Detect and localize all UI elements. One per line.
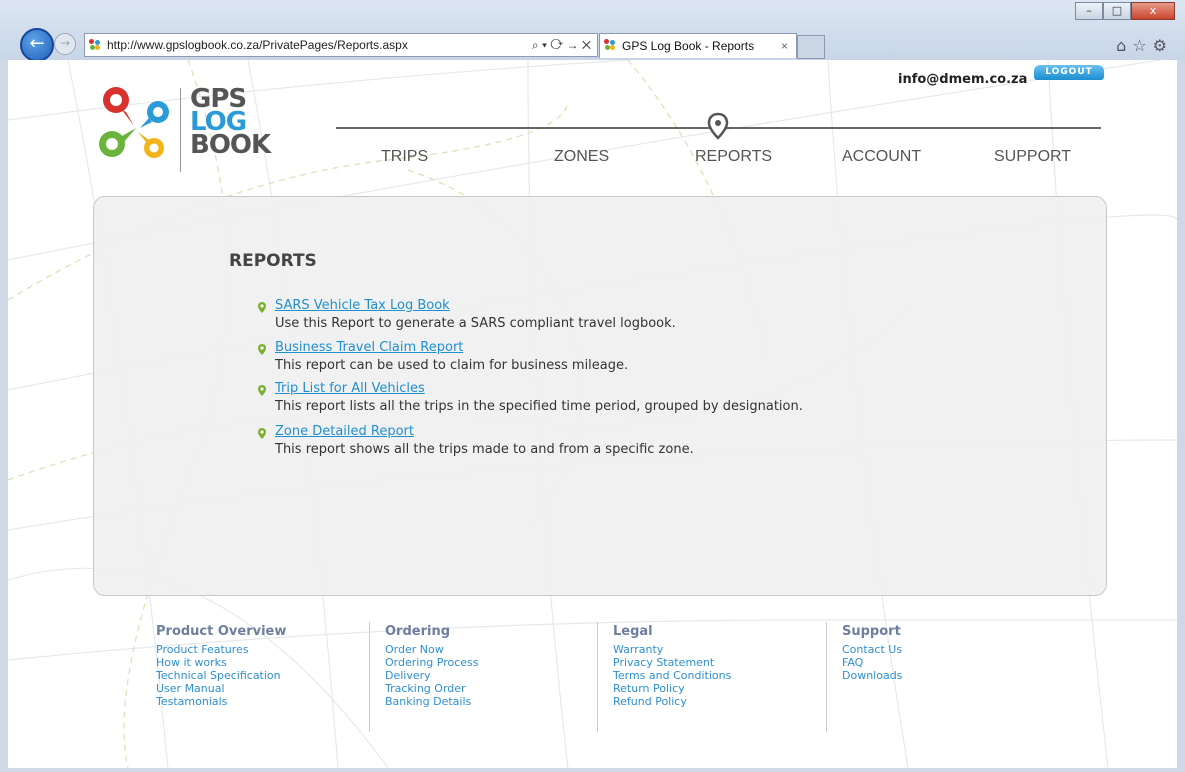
forward-button[interactable]: → <box>54 33 76 55</box>
report-desc: Use this Report to generate a SARS compl… <box>275 316 676 331</box>
address-controls[interactable]: ⌕ ▾ ⟳ → ✕ <box>532 34 591 56</box>
footer-link[interactable]: Delivery <box>385 669 585 682</box>
close-window-button[interactable]: x <box>1131 2 1175 20</box>
footer-link[interactable]: How it works <box>156 656 356 669</box>
report-desc: This report can be used to claim for bus… <box>275 358 629 373</box>
footer-link[interactable]: Privacy Statement <box>613 656 813 669</box>
map-pin-icon <box>258 344 266 355</box>
footer-column-ordering: Ordering Order Now Ordering Process Deli… <box>385 624 585 708</box>
footer-link[interactable]: Return Policy <box>613 682 813 695</box>
report-link-trip-list[interactable]: Trip List for All Vehicles <box>275 381 425 396</box>
footer-column-product: Product Overview Product Features How it… <box>156 624 356 708</box>
footer-heading: Legal <box>613 624 653 639</box>
tab-favicon-icon <box>604 39 616 51</box>
footer-link[interactable]: Banking Details <box>385 695 585 708</box>
maximize-button[interactable]: □ <box>1103 2 1131 20</box>
reports-title: REPORTS <box>229 251 317 271</box>
logo-text: GPS LOG BOOK <box>190 86 271 160</box>
footer-column-support: Support Contact Us FAQ Downloads <box>842 624 1042 682</box>
footer-link[interactable]: Tracking Order <box>385 682 585 695</box>
gps-logbook-logo <box>99 87 169 158</box>
address-url[interactable]: http://www.gpslogbook.co.za/PrivatePages… <box>107 34 408 56</box>
minimize-button[interactable]: – <box>1075 2 1103 20</box>
logo-text-book: BOOK <box>190 130 271 160</box>
footer-link[interactable]: User Manual <box>156 682 356 695</box>
footer-link[interactable]: FAQ <box>842 656 1042 669</box>
report-link-business-travel[interactable]: Business Travel Claim Report <box>275 340 463 355</box>
footer-link[interactable]: Product Features <box>156 643 356 656</box>
map-pin-icon <box>258 302 266 313</box>
back-button[interactable]: ← <box>20 28 54 62</box>
footer-link[interactable]: Technical Specification <box>156 669 356 682</box>
browser-tools-icons[interactable]: ⌂☆⚙ <box>1116 36 1173 55</box>
footer-column-legal: Legal Warranty Privacy Statement Terms a… <box>613 624 813 708</box>
footer-link[interactable]: Testamonials <box>156 695 356 708</box>
footer-divider <box>826 622 827 732</box>
window-bottom-edge <box>0 768 1185 772</box>
report-link-zone-detailed[interactable]: Zone Detailed Report <box>275 424 414 439</box>
footer-link[interactable]: Downloads <box>842 669 1042 682</box>
footer-link[interactable]: Ordering Process <box>385 656 585 669</box>
nav-reports[interactable]: REPORTS <box>695 148 772 166</box>
nav-trips[interactable]: TRIPS <box>381 148 428 166</box>
footer-link[interactable]: Terms and Conditions <box>613 669 813 682</box>
nav-support[interactable]: SUPPORT <box>994 148 1071 166</box>
footer-divider <box>369 622 370 732</box>
footer-heading: Support <box>842 624 901 639</box>
footer-link[interactable]: Order Now <box>385 643 585 656</box>
footer-divider <box>597 622 598 732</box>
site-favicon-icon <box>89 39 101 51</box>
footer-heading: Product Overview <box>156 624 287 639</box>
page: GPS LOG BOOK info@dmem.co.za LOGOUT TRIP… <box>8 60 1177 768</box>
nav-zones[interactable]: ZONES <box>554 148 609 166</box>
browser-chrome: – □ x ← → http://www.gpslogbook.co.za/Pr… <box>0 0 1185 62</box>
report-desc: This report lists all the trips in the s… <box>275 399 803 414</box>
footer-heading: Ordering <box>385 624 451 639</box>
map-pin-icon <box>258 385 266 396</box>
footer-link[interactable]: Refund Policy <box>613 695 813 708</box>
footer-link[interactable]: Contact Us <box>842 643 1042 656</box>
report-desc: This report shows all the trips made to … <box>275 442 694 457</box>
tab-title: GPS Log Book - Reports <box>622 39 755 53</box>
tab-close-icon[interactable]: × <box>781 34 788 58</box>
new-tab-button[interactable] <box>797 35 825 59</box>
report-link-sars[interactable]: SARS Vehicle Tax Log Book <box>275 298 450 313</box>
window-controls: – □ x <box>1075 2 1175 20</box>
nav-account[interactable]: ACCOUNT <box>842 148 921 166</box>
logout-button[interactable]: LOGOUT <box>1034 65 1104 80</box>
logo-divider <box>180 88 181 172</box>
footer-link[interactable]: Warranty <box>613 643 813 656</box>
user-email: info@dmem.co.za <box>898 72 1028 87</box>
map-pin-icon <box>258 428 266 439</box>
address-bar[interactable]: http://www.gpslogbook.co.za/PrivatePages… <box>84 33 598 57</box>
tab-reports[interactable]: GPS Log Book - Reports × <box>599 33 797 58</box>
active-nav-pin-icon <box>707 112 729 140</box>
